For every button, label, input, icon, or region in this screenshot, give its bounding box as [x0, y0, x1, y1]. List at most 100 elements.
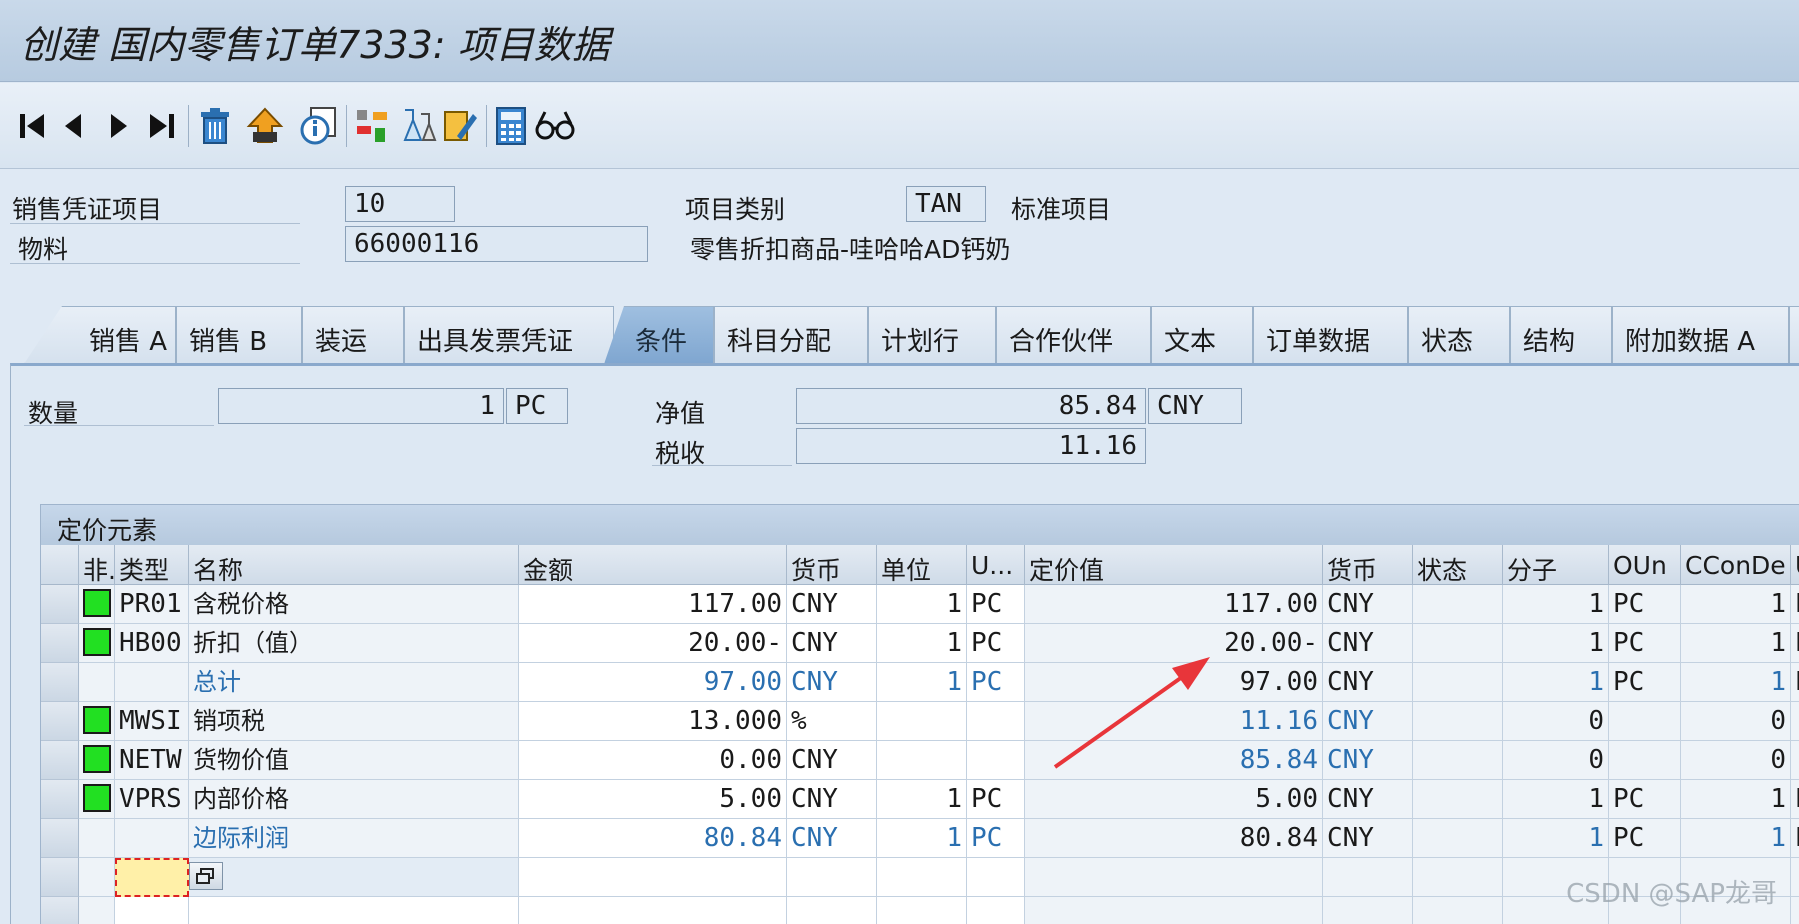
material-field[interactable]: 66000116	[345, 226, 648, 262]
cell-currency[interactable]: CNY	[787, 741, 877, 780]
row-selector[interactable]	[41, 780, 79, 819]
item-details-icon[interactable]	[296, 103, 342, 149]
col-currency-2[interactable]: 货币	[1323, 545, 1413, 585]
table-row[interactable]: MWSI 销项税 13.000% 11.16 CNY 0 0	[41, 702, 1799, 741]
next-item-icon[interactable]	[96, 103, 142, 149]
cell-currency[interactable]: CNY	[787, 585, 877, 624]
col-inactive[interactable]: 非.	[79, 545, 115, 585]
row-selector[interactable]	[41, 624, 79, 663]
row-selector[interactable]	[41, 663, 79, 702]
previous-item-icon[interactable]	[50, 103, 96, 149]
flask-icon[interactable]	[394, 103, 440, 149]
table-row[interactable]: HB00折扣（值）20.00-CNY1PC20.00-CNY1PC1P	[41, 624, 1799, 663]
row-selector[interactable]	[41, 897, 79, 924]
tab-additional-data-a[interactable]: 附加数据 A	[1612, 306, 1789, 364]
row-selector[interactable]	[41, 702, 79, 741]
row-selector[interactable]	[41, 741, 79, 780]
cell-uom[interactable]: PC	[967, 624, 1025, 663]
col-condition-value[interactable]: 定价值	[1025, 545, 1323, 585]
item-number-field[interactable]: 10	[345, 186, 455, 222]
cell-uom[interactable]: PC	[967, 663, 1025, 702]
cell-pricing-unit[interactable]	[877, 858, 967, 897]
cell-uom[interactable]: PC	[967, 780, 1025, 819]
col-u[interactable]: U	[1791, 545, 1799, 585]
net-currency-field[interactable]: CNY	[1148, 388, 1242, 424]
cell-amount[interactable]: 0.00	[519, 741, 787, 780]
tab-account-assignment[interactable]: 科目分配	[714, 306, 868, 364]
row-selector[interactable]	[41, 858, 79, 897]
cell-uom[interactable]	[967, 702, 1025, 741]
value-help-icon[interactable]	[189, 862, 223, 890]
cell-pricing-unit[interactable]: 1	[877, 624, 967, 663]
col-numerator[interactable]: 分子	[1503, 545, 1609, 585]
cell-pricing-unit[interactable]: 1	[877, 663, 967, 702]
cell-currency[interactable]	[787, 897, 877, 924]
cell-amount[interactable]: 5.00	[519, 780, 787, 819]
col-pricing-unit[interactable]: 单位	[877, 545, 967, 585]
empty-table-row[interactable]	[41, 897, 1799, 924]
empty-table-row[interactable]	[41, 858, 1799, 897]
cell-amount[interactable]	[519, 858, 787, 897]
tab-order-data[interactable]: 订单数据	[1253, 306, 1408, 364]
cell-amount[interactable]: 97.00	[519, 663, 787, 702]
quantity-field[interactable]: 1	[218, 388, 504, 424]
cell-pricing-unit[interactable]	[877, 702, 967, 741]
col-currency[interactable]: 货币	[787, 545, 877, 585]
row-selector[interactable]	[41, 819, 79, 858]
cell-uom[interactable]: PC	[967, 819, 1025, 858]
cell-currency[interactable]: %	[787, 702, 877, 741]
cell-uom[interactable]: PC	[967, 585, 1025, 624]
cell-currency[interactable]: CNY	[787, 819, 877, 858]
cell-pricing-unit[interactable]	[877, 741, 967, 780]
col-name[interactable]: 名称	[189, 545, 519, 585]
col-ccon-de[interactable]: CConDe	[1681, 545, 1791, 585]
tab-conditions[interactable]: 条件	[604, 306, 714, 364]
tab-status[interactable]: 状态	[1408, 306, 1510, 364]
cell-currency[interactable]: CNY	[787, 624, 877, 663]
col-status[interactable]: 状态	[1413, 545, 1503, 585]
tax-field[interactable]: 11.16	[796, 428, 1146, 464]
row-selector[interactable]	[41, 585, 79, 624]
cell-pricing-unit[interactable]	[877, 897, 967, 924]
cell-pricing-unit[interactable]: 1	[877, 585, 967, 624]
tab-sales-b[interactable]: 销售 B	[176, 306, 302, 364]
cell-pricing-unit[interactable]: 1	[877, 780, 967, 819]
quantity-unit-field[interactable]: PC	[506, 388, 568, 424]
cell-amount[interactable]: 20.00-	[519, 624, 787, 663]
tab-billing-document[interactable]: 出具发票凭证	[404, 306, 614, 364]
cell-amount[interactable]: 117.00	[519, 585, 787, 624]
cell-amount[interactable]: 80.84	[519, 819, 787, 858]
col-type[interactable]: 类型	[115, 545, 189, 585]
trash-icon[interactable]	[192, 103, 238, 149]
table-row[interactable]: 总计97.00CNY1PC97.00CNY1PC1P	[41, 663, 1799, 702]
tab-schedule-lines[interactable]: 计划行	[868, 306, 996, 364]
col-uom[interactable]: U...	[967, 545, 1025, 585]
header-up-icon[interactable]	[242, 103, 288, 149]
last-item-icon[interactable]	[138, 103, 184, 149]
cell-uom[interactable]	[967, 897, 1025, 924]
cell-amount[interactable]: 13.000	[519, 702, 787, 741]
tab-sales-a[interactable]: 销售 A	[24, 306, 176, 364]
cell-pricing-unit[interactable]: 1	[877, 819, 967, 858]
cell-currency[interactable]	[787, 858, 877, 897]
edit-note-icon[interactable]	[436, 103, 482, 149]
net-value-field[interactable]: 85.84	[796, 388, 1146, 424]
item-category-field[interactable]: TAN	[906, 186, 986, 222]
table-row[interactable]: NETW 货物价值 0.00 CNY 85.84 CNY 0 0	[41, 741, 1799, 780]
cell-uom[interactable]	[967, 741, 1025, 780]
cell-currency[interactable]: CNY	[787, 780, 877, 819]
tab-partners[interactable]: 合作伙伴	[996, 306, 1151, 364]
select-all-corner[interactable]	[41, 545, 79, 585]
tab-texts[interactable]: 文本	[1151, 306, 1253, 364]
cell-currency[interactable]: CNY	[787, 663, 877, 702]
configuration-icon[interactable]	[350, 103, 396, 149]
calculator-icon[interactable]	[488, 103, 534, 149]
tab-shipping[interactable]: 装运	[302, 306, 404, 364]
col-amount[interactable]: 金额	[519, 545, 787, 585]
tab-structure[interactable]: 结构	[1510, 306, 1612, 364]
table-row[interactable]: 边际利润80.84CNY1PC80.84CNY1PC1P	[41, 819, 1799, 858]
col-oun[interactable]: OUn	[1609, 545, 1681, 585]
table-row[interactable]: PR01含税价格117.00CNY1PC117.00CNY1PC1P	[41, 585, 1799, 624]
tab-additional-data-b[interactable]: 附	[1789, 306, 1799, 364]
table-row[interactable]: VPRS内部价格5.00CNY1PC5.00CNY1PC1P	[41, 780, 1799, 819]
